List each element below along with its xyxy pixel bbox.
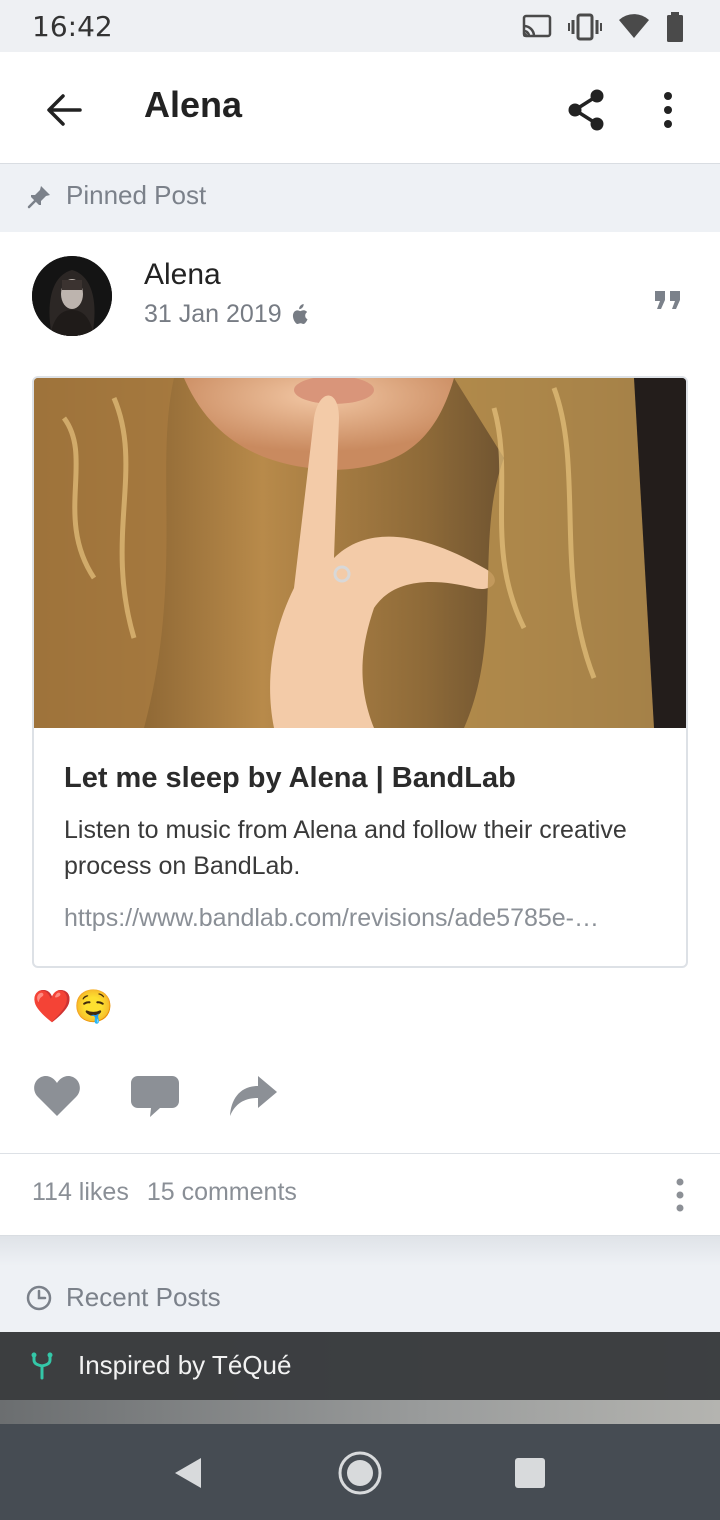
comment-icon xyxy=(131,1076,179,1117)
apple-icon xyxy=(290,304,308,331)
post-date: 31 Jan 2019 xyxy=(144,300,282,328)
wifi-icon xyxy=(619,14,649,39)
reaction-drooling: 🤤 xyxy=(73,988,114,1024)
back-arrow-icon xyxy=(47,94,82,126)
share-button[interactable] xyxy=(556,80,616,140)
status-time: 16:42 xyxy=(32,10,113,43)
clock-icon xyxy=(26,1285,52,1316)
share-arrow-icon xyxy=(230,1076,277,1116)
quote-button[interactable] xyxy=(648,282,688,318)
vibrate-icon xyxy=(568,13,602,41)
link-url: https://www.bandlab.com/revisions/ade578… xyxy=(64,904,600,932)
pinned-post-header: Pinned Post xyxy=(0,164,720,232)
more-vert-icon xyxy=(664,92,672,128)
comments-count[interactable]: 15 comments xyxy=(147,1178,297,1207)
nav-recents-icon xyxy=(515,1458,545,1488)
recent-post-card[interactable]: Inspired by TéQué xyxy=(0,1332,720,1424)
stats-divider xyxy=(0,1153,720,1154)
likes-count[interactable]: 114 likes xyxy=(32,1178,129,1207)
app-bar: Alena xyxy=(0,52,720,164)
post-stats: 114 likes 15 comments xyxy=(32,1178,297,1207)
avatar[interactable] xyxy=(32,256,112,336)
nav-back-button[interactable] xyxy=(161,1446,215,1500)
more-vert-icon xyxy=(676,1178,684,1212)
comment-button[interactable] xyxy=(130,1072,180,1120)
cast-icon xyxy=(522,14,552,38)
fork-icon xyxy=(30,1352,54,1385)
battery-icon xyxy=(667,12,683,42)
pin-icon xyxy=(26,184,52,215)
pinned-post-label: Pinned Post xyxy=(66,180,207,210)
post-actions xyxy=(32,1072,278,1120)
inspired-by-label[interactable]: Inspired by TéQué xyxy=(78,1350,291,1381)
link-preview-card[interactable]: Let me sleep by Alena | BandLab Listen t… xyxy=(32,376,688,968)
nav-home-icon xyxy=(338,1451,382,1495)
share-post-button[interactable] xyxy=(228,1072,278,1120)
reactions-row[interactable]: ❤️ 🤤 xyxy=(32,986,114,1026)
more-options-button[interactable] xyxy=(640,80,696,140)
back-button[interactable] xyxy=(34,80,94,140)
status-icons xyxy=(522,12,684,42)
system-nav-bar xyxy=(0,1424,720,1520)
reaction-heart: ❤️ xyxy=(32,988,72,1024)
recent-posts-header: Recent Posts xyxy=(0,1266,720,1332)
nav-home-button[interactable] xyxy=(333,1446,387,1500)
post-more-button[interactable] xyxy=(660,1172,700,1218)
heart-icon xyxy=(34,1075,80,1116)
status-bar: 16:42 xyxy=(0,0,720,52)
like-button[interactable] xyxy=(32,1072,82,1120)
section-shadow xyxy=(0,1236,720,1266)
link-description: Listen to music from Alena and follow th… xyxy=(64,816,627,880)
quote-icon xyxy=(655,291,680,309)
nav-back-icon xyxy=(175,1458,201,1488)
link-title: Let me sleep by Alena | BandLab xyxy=(64,762,516,794)
post-card: Alena 31 Jan 2019 Let me sleep by Alena … xyxy=(0,232,720,1236)
author-name[interactable]: Alena xyxy=(144,258,221,292)
page-title: Alena xyxy=(144,84,243,125)
share-icon xyxy=(568,89,604,131)
recent-posts-label: Recent Posts xyxy=(66,1282,221,1312)
recent-post-image-strip xyxy=(0,1400,720,1424)
nav-recents-button[interactable] xyxy=(503,1446,557,1500)
link-preview-image xyxy=(34,378,686,728)
